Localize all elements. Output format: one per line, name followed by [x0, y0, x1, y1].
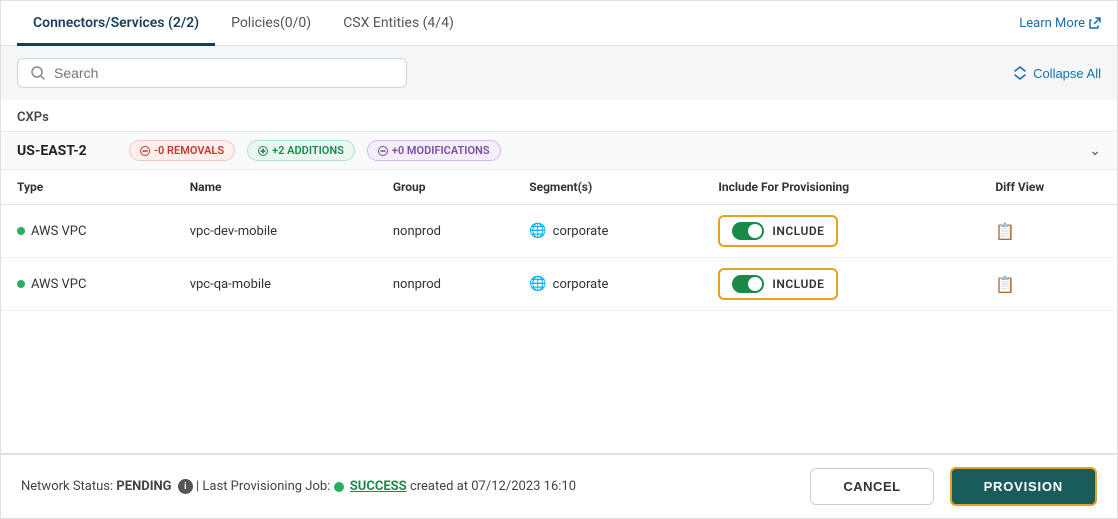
- external-link-icon: [1089, 17, 1101, 29]
- status-dot: [17, 280, 25, 288]
- search-input-wrap: [17, 58, 407, 88]
- success-dot: [334, 482, 344, 492]
- additions-icon: [258, 146, 268, 156]
- footer-status: Network Status: PENDING i | Last Provisi…: [21, 479, 794, 494]
- modifications-badge: +0 MODIFICATIONS: [367, 140, 501, 161]
- collapse-icon: [1013, 66, 1027, 80]
- cell-type: AWS VPC: [1, 258, 174, 311]
- include-label: INCLUDE: [772, 224, 824, 238]
- col-type: Type: [1, 170, 174, 205]
- learn-more-link[interactable]: Learn More: [1019, 16, 1101, 31]
- cxps-label: CXPs: [1, 100, 1117, 131]
- include-label: INCLUDE: [772, 277, 824, 291]
- removals-icon: [140, 146, 150, 156]
- cell-segment: 🌐 corporate: [513, 205, 702, 258]
- cell-include: INCLUDE: [702, 258, 979, 311]
- tab-policies[interactable]: Policies(0/0): [215, 1, 327, 46]
- cell-include: INCLUDE: [702, 205, 979, 258]
- region-row: US-EAST-2 -0 REMOVALS +2 ADDITIONS +0 MO…: [1, 131, 1117, 170]
- cell-diff: 📋: [979, 205, 1117, 258]
- globe-icon: 🌐: [529, 276, 546, 292]
- diff-icon[interactable]: 📋: [995, 275, 1015, 294]
- resources-table: Type Name Group Segment(s) Include For P…: [1, 170, 1117, 311]
- info-icon[interactable]: i: [178, 479, 193, 494]
- last-job-label: Last Provisioning Job:: [202, 479, 330, 494]
- col-group: Group: [377, 170, 513, 205]
- cell-type: AWS VPC: [1, 205, 174, 258]
- cell-name: vpc-qa-mobile: [174, 258, 377, 311]
- tab-csx[interactable]: CSX Entities (4/4): [327, 1, 470, 46]
- include-toggle-box[interactable]: INCLUDE: [718, 268, 838, 300]
- diff-icon[interactable]: 📋: [995, 222, 1015, 241]
- cancel-button[interactable]: CANCEL: [810, 468, 933, 505]
- cell-segment: 🌐 corporate: [513, 258, 702, 311]
- globe-icon: 🌐: [529, 223, 546, 239]
- status-dot: [17, 227, 25, 235]
- main-container: Connectors/Services (2/2) Policies(0/0) …: [0, 0, 1118, 519]
- table-row: AWS VPC vpc-dev-mobile nonprod 🌐 corpora…: [1, 205, 1117, 258]
- table-row: AWS VPC vpc-qa-mobile nonprod 🌐 corporat…: [1, 258, 1117, 311]
- cell-name: vpc-dev-mobile: [174, 205, 377, 258]
- col-include: Include For Provisioning: [702, 170, 979, 205]
- search-bar: Collapse All: [1, 46, 1117, 100]
- network-status-label: Network Status:: [21, 479, 113, 494]
- provision-button[interactable]: PROVISION: [950, 467, 1097, 506]
- search-icon: [30, 65, 46, 81]
- pending-status: PENDING: [116, 479, 171, 494]
- collapse-all-button[interactable]: Collapse All: [1013, 66, 1101, 81]
- search-input[interactable]: [54, 65, 394, 81]
- col-segments: Segment(s): [513, 170, 702, 205]
- include-toggle-box[interactable]: INCLUDE: [718, 215, 838, 247]
- region-name: US-EAST-2: [17, 143, 117, 159]
- region-collapse-icon[interactable]: ⌄: [1089, 143, 1101, 159]
- cell-group: nonprod: [377, 258, 513, 311]
- footer: Network Status: PENDING i | Last Provisi…: [1, 453, 1117, 518]
- cell-diff: 📋: [979, 258, 1117, 311]
- additions-badge: +2 ADDITIONS: [247, 140, 355, 161]
- include-toggle[interactable]: [732, 222, 764, 240]
- tab-connectors[interactable]: Connectors/Services (2/2): [17, 1, 215, 46]
- tab-bar: Connectors/Services (2/2) Policies(0/0) …: [1, 1, 1117, 46]
- cell-group: nonprod: [377, 205, 513, 258]
- table-wrap: Type Name Group Segment(s) Include For P…: [1, 170, 1117, 453]
- created-at: created at 07/12/2023 16:10: [410, 479, 576, 494]
- col-name: Name: [174, 170, 377, 205]
- removals-badge: -0 REMOVALS: [129, 140, 235, 161]
- success-status[interactable]: SUCCESS: [350, 479, 407, 494]
- col-diff: Diff View: [979, 170, 1117, 205]
- modifications-icon: [378, 146, 388, 156]
- include-toggle[interactable]: [732, 275, 764, 293]
